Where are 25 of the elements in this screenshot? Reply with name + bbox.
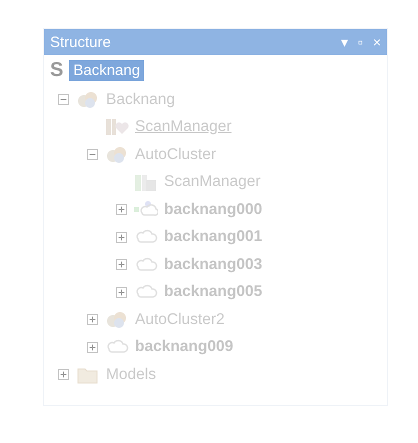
expand-toggle[interactable] bbox=[116, 286, 127, 298]
tree-item[interactable]: backnang001 bbox=[164, 228, 262, 246]
tree-item[interactable]: backnang003 bbox=[164, 256, 262, 274]
tree-item[interactable]: backnang000 bbox=[164, 200, 262, 219]
dropdown-button[interactable]: ▾ bbox=[340, 34, 348, 50]
collapse-toggle[interactable] bbox=[87, 149, 98, 160]
pin-button[interactable]: ▫ bbox=[358, 34, 363, 50]
cluster-icon bbox=[76, 90, 100, 110]
cluster-icon bbox=[105, 310, 129, 330]
cluster-icon bbox=[105, 144, 129, 165]
tree-item[interactable]: backnang005 bbox=[164, 283, 262, 302]
tree-item[interactable]: backnang009 bbox=[135, 338, 234, 356]
panel-title: Structure bbox=[50, 34, 112, 50]
manager-icon bbox=[105, 117, 129, 138]
expand-toggle[interactable] bbox=[116, 232, 127, 243]
logo: S bbox=[50, 59, 64, 82]
expand-toggle[interactable] bbox=[58, 369, 69, 380]
expand-toggle[interactable] bbox=[116, 259, 127, 270]
expand-toggle[interactable] bbox=[87, 314, 98, 326]
close-button[interactable]: × bbox=[372, 34, 381, 50]
scanner-icon bbox=[134, 172, 158, 192]
expand-toggle[interactable] bbox=[87, 342, 98, 353]
collapse-toggle[interactable] bbox=[58, 94, 69, 106]
expand-toggle[interactable] bbox=[116, 204, 127, 216]
project-name[interactable]: Backnang bbox=[69, 60, 144, 81]
